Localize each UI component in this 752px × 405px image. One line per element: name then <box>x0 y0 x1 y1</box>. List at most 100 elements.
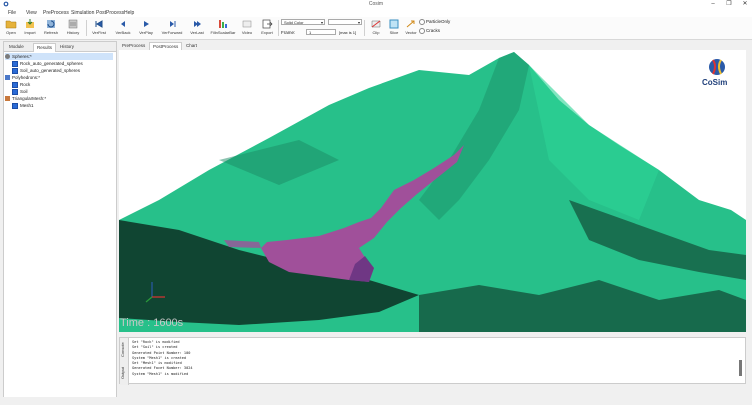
tree-label: Rock_auto_generated_spheres <box>20 61 83 66</box>
step-forward-icon <box>170 21 176 27</box>
field-select[interactable]: ▾ <box>328 19 362 25</box>
console-panel: Console Output Set "Rock" is modified Se… <box>119 337 746 385</box>
frame-max-label: [max is 1] <box>339 30 357 35</box>
polyhedron-icon <box>5 75 10 81</box>
results-panel: Module Results History Spheres:* Rock_au… <box>3 41 117 399</box>
console-line: System "Mesh1" is modified <box>132 371 189 376</box>
console-scrollbar[interactable] <box>739 360 742 376</box>
3d-viewport[interactable]: CoSim Time : 1600s <box>119 50 746 332</box>
tree-group-polyhedrons[interactable]: Polyhedrons:* <box>5 74 40 81</box>
refresh-label: Refresh <box>43 30 58 35</box>
ver-play-label: VerPlay <box>139 30 153 35</box>
tree-item-soil-spheres[interactable]: Soil_auto_generated_spheres <box>12 67 80 74</box>
tree-label: Soil <box>20 89 28 94</box>
tree-group-spheres[interactable]: Spheres:* <box>5 53 113 60</box>
maximize-button[interactable]: ❐ <box>722 0 736 9</box>
ver-first-button[interactable]: VerFirst <box>88 18 110 38</box>
menu-help[interactable]: Help <box>124 10 134 16</box>
tree-group-triangular-mesh[interactable]: TriangularMesh:* <box>5 95 46 102</box>
view-tabs: PreProcess PostProcess Chart <box>119 41 749 51</box>
checkbox-checked-icon[interactable] <box>12 67 18 74</box>
checkbox-checked-icon[interactable] <box>12 60 18 67</box>
history-button[interactable]: History <box>62 18 84 38</box>
export-label: Export <box>261 30 273 35</box>
minimize-button[interactable]: – <box>706 0 720 9</box>
tree-item-soil[interactable]: Soil <box>12 88 28 95</box>
checkbox-checked-icon[interactable] <box>12 102 18 109</box>
checkbox-checked-icon[interactable] <box>12 81 18 88</box>
video-button[interactable]: Video <box>236 18 258 38</box>
fill-scalar-bar-label: FillnScalarBar <box>210 30 236 35</box>
checkbox-checked-icon[interactable] <box>12 88 18 95</box>
scalar-bar-icon <box>219 20 227 28</box>
tree-label: Spheres:* <box>12 54 32 59</box>
particle-only-label: ParticleOnly <box>426 19 451 25</box>
tab-history[interactable]: History <box>57 43 77 51</box>
export-icon <box>262 19 273 29</box>
toolbar: Open Import Refresh History VerFirst Ver… <box>0 17 752 40</box>
export-button[interactable]: Export <box>256 18 278 38</box>
skip-last-icon <box>194 21 201 27</box>
ver-back-label: VerBack <box>115 30 131 35</box>
tab-preprocess[interactable]: PreProcess <box>119 42 148 50</box>
menu-view[interactable]: View <box>26 10 37 16</box>
ver-last-label: VerLast <box>190 30 204 35</box>
ver-last-button[interactable]: VerLast <box>186 18 208 38</box>
menu-preprocess[interactable]: PreProcess <box>43 10 69 16</box>
menu-postprocess[interactable]: PostProcess <box>96 10 124 16</box>
import-icon <box>26 19 34 28</box>
radio-icon <box>419 28 425 34</box>
display-mode-select[interactable]: Solid Color ▾ <box>281 19 325 25</box>
cosim-logo-icon <box>709 59 725 75</box>
play-icon <box>144 21 149 27</box>
tab-output[interactable]: Output <box>120 364 128 382</box>
tree-label: Rock <box>20 82 31 87</box>
tab-chart[interactable]: Chart <box>183 42 200 50</box>
frame-input[interactable]: 1 <box>306 29 336 35</box>
vector-icon <box>406 20 415 28</box>
viewport-logo-text: CoSim <box>702 78 728 87</box>
status-bar <box>0 397 752 405</box>
skip-first-icon <box>95 20 103 28</box>
menu-file[interactable]: File <box>8 10 16 16</box>
radio-icon <box>419 19 425 25</box>
tab-console[interactable]: Console <box>120 341 128 359</box>
tree-label: Mesh1 <box>20 103 34 108</box>
tab-results[interactable]: Results <box>33 43 57 52</box>
tree-item-mesh1[interactable]: Mesh1 <box>12 102 34 109</box>
console-side-tabs: Console Output <box>120 338 129 385</box>
ver-forward-button[interactable]: VerForward <box>161 18 183 38</box>
menu-simulation[interactable]: Simulation <box>71 10 94 16</box>
video-icon <box>242 20 252 28</box>
close-button[interactable]: ✕ <box>738 0 752 9</box>
time-label: Time : 1600s <box>120 317 184 329</box>
ver-play-button[interactable]: VerPlay <box>135 18 157 38</box>
ver-back-button[interactable]: VerBack <box>112 18 134 38</box>
terrain-render <box>119 52 746 332</box>
chevron-down-icon: ▾ <box>320 20 323 25</box>
ver-forward-label: VerForward <box>161 30 183 35</box>
tree-item-rock[interactable]: Rock <box>12 81 30 88</box>
fill-scalar-bar-button[interactable]: FillnScalarBar <box>210 18 236 38</box>
import-button[interactable]: Import <box>19 18 41 38</box>
sphere-icon <box>5 54 10 60</box>
tab-module[interactable]: Module <box>6 43 27 51</box>
mesh-icon <box>5 96 10 102</box>
particle-only-option[interactable]: ParticleOnly <box>419 19 450 25</box>
toolbar-separator <box>86 20 87 36</box>
slice-icon <box>389 19 399 29</box>
tree-label: Soil_auto_generated_spheres <box>20 68 81 73</box>
import-label: Import <box>24 30 36 35</box>
refresh-button[interactable]: Refresh <box>40 18 62 38</box>
history-label: History <box>66 30 80 35</box>
display-mode-value: Solid Color <box>284 20 304 25</box>
history-icon <box>68 19 78 29</box>
title-bar: Cosim – ❐ ✕ <box>0 0 752 9</box>
cracks-option[interactable]: Cracks <box>419 28 440 34</box>
cracks-label: Cracks <box>426 28 441 34</box>
tree-label: Polyhedrons:* <box>12 75 41 80</box>
refresh-icon <box>47 20 55 28</box>
app-window: Cosim – ❐ ✕ File View PreProcess Simulat… <box>0 0 752 405</box>
left-panel-tabs: Module Results History <box>4 42 116 52</box>
tree-item-rock-spheres[interactable]: Rock_auto_generated_spheres <box>12 60 83 67</box>
